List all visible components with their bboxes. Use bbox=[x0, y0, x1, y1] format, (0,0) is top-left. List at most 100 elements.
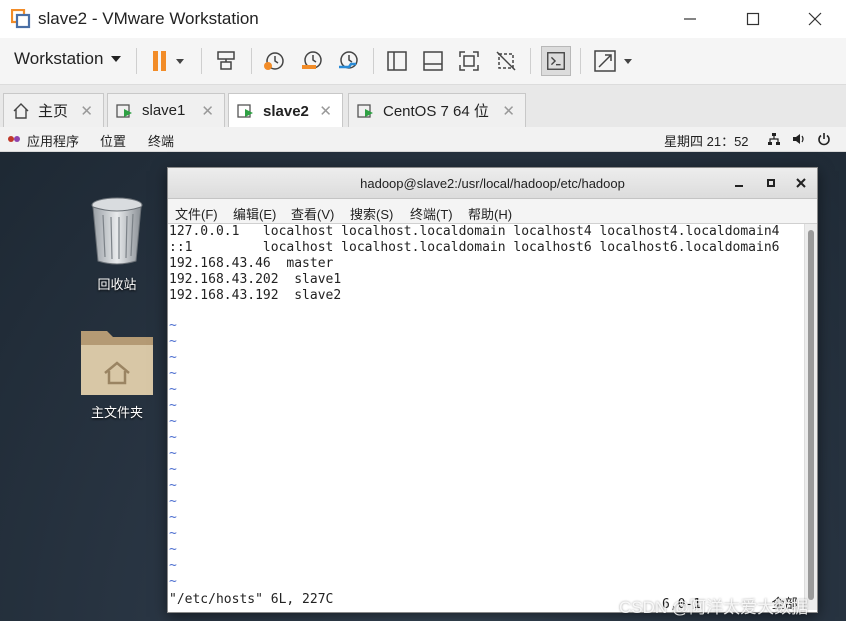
send-ctrl-alt-del-button[interactable] bbox=[213, 48, 239, 74]
fullscreen-icon bbox=[459, 51, 479, 71]
tab-home[interactable]: 主页 ✕ bbox=[3, 93, 104, 127]
tab-close-icon[interactable]: ✕ bbox=[319, 102, 332, 120]
menu-help[interactable]: 帮助(H) bbox=[468, 204, 512, 223]
close-icon bbox=[796, 178, 806, 188]
toolbar-separator bbox=[373, 48, 374, 74]
terminal-minimize-button[interactable] bbox=[730, 174, 748, 192]
terminal-menubar: 文件(F) 编辑(E) 查看(V) 搜索(S) 终端(T) 帮助(H) bbox=[168, 199, 817, 224]
tilde-marker: ~ bbox=[169, 414, 177, 429]
workstation-menu-label: Workstation bbox=[14, 49, 104, 68]
snapshot-button[interactable] bbox=[261, 48, 287, 74]
tilde-marker: ~ bbox=[169, 446, 177, 461]
vm-tab-bar: 主页 ✕ slave1 ✕ slave2 ✕ CentOS 7 64 位 ✕ bbox=[0, 85, 846, 128]
terminal-app-menu[interactable]: 终端 bbox=[148, 131, 174, 150]
toolbar-separator bbox=[530, 48, 531, 74]
thumbnail-bar-button[interactable] bbox=[420, 48, 446, 74]
tilde-marker: ~ bbox=[169, 430, 177, 445]
snapshot-manager-button[interactable] bbox=[335, 48, 361, 74]
hosts-line: 127.0.0.1 localhost localhost.localdomai… bbox=[169, 224, 780, 239]
tilde-marker: ~ bbox=[169, 350, 177, 365]
tab-label: CentOS 7 64 位 bbox=[383, 103, 489, 120]
tilde-marker: ~ bbox=[169, 558, 177, 573]
pause-button[interactable] bbox=[147, 48, 187, 74]
tab-slave2[interactable]: slave2 ✕ bbox=[228, 93, 343, 128]
desktop-home-folder[interactable]: 主文件夹 bbox=[72, 325, 162, 421]
clock[interactable]: 星期四 21：52 bbox=[664, 131, 749, 150]
trash-icon bbox=[91, 197, 143, 265]
revert-snapshot-button[interactable] bbox=[299, 48, 325, 74]
tab-close-icon[interactable]: ✕ bbox=[502, 102, 515, 120]
power-icon[interactable] bbox=[817, 132, 831, 146]
dropdown-arrow-icon bbox=[111, 56, 122, 62]
volume-icon[interactable] bbox=[792, 132, 806, 146]
console-icon bbox=[547, 52, 565, 70]
close-button[interactable] bbox=[795, 6, 835, 32]
minimize-icon bbox=[735, 185, 743, 187]
vmware-toolbar: Workstation bbox=[0, 38, 846, 85]
trash-label: 回收站 bbox=[97, 277, 137, 292]
home-folder-label: 主文件夹 bbox=[90, 405, 143, 420]
terminal-titlebar[interactable]: hadoop@slave2:/usr/local/hadoop/etc/hado… bbox=[168, 168, 817, 199]
workstation-menu-button[interactable]: Workstation bbox=[14, 49, 122, 69]
unity-button[interactable] bbox=[493, 48, 519, 74]
stretch-view-button[interactable] bbox=[592, 48, 638, 74]
terminal-maximize-button[interactable] bbox=[762, 174, 780, 192]
tab-label: 主页 bbox=[38, 103, 69, 120]
menu-view[interactable]: 查看(V) bbox=[291, 204, 334, 223]
bottom-panel-icon bbox=[423, 51, 443, 71]
network-send-icon bbox=[217, 51, 235, 70]
console-view-button[interactable] bbox=[541, 46, 571, 76]
full-screen-button[interactable] bbox=[456, 48, 482, 74]
window-title: slave2 - VMware Workstation bbox=[38, 9, 259, 28]
hosts-line: 192.168.43.46 master bbox=[169, 256, 334, 271]
stretch-icon bbox=[594, 50, 632, 72]
snapshot-clock-icon bbox=[264, 52, 284, 70]
hosts-line: 192.168.43.192 slave2 bbox=[169, 288, 342, 303]
tilde-marker: ~ bbox=[169, 382, 177, 397]
maximize-button[interactable] bbox=[733, 6, 773, 32]
tilde-marker: ~ bbox=[169, 494, 177, 509]
desktop-trash[interactable]: 回收站 bbox=[72, 197, 162, 293]
network-icon[interactable] bbox=[767, 132, 781, 146]
tilde-marker: ~ bbox=[169, 542, 177, 557]
tab-centos[interactable]: CentOS 7 64 位 ✕ bbox=[348, 93, 526, 127]
maximize-icon bbox=[746, 12, 760, 26]
show-library-button[interactable] bbox=[384, 48, 410, 74]
toolbar-separator bbox=[251, 48, 252, 74]
tilde-marker: ~ bbox=[169, 526, 177, 541]
toolbar-separator bbox=[580, 48, 581, 74]
terminal-close-button[interactable] bbox=[792, 174, 810, 192]
minimize-button[interactable] bbox=[670, 6, 710, 32]
tab-slave1[interactable]: slave1 ✕ bbox=[107, 93, 225, 127]
home-folder-icon bbox=[81, 331, 153, 395]
home-icon bbox=[13, 102, 29, 119]
menu-terminal[interactable]: 终端(T) bbox=[410, 204, 453, 223]
terminal-window[interactable]: hadoop@slave2:/usr/local/hadoop/etc/hado… bbox=[167, 167, 818, 613]
toolbar-separator bbox=[201, 48, 202, 74]
menu-search[interactable]: 搜索(S) bbox=[350, 204, 393, 223]
menu-edit[interactable]: 编辑(E) bbox=[233, 204, 276, 223]
vim-status-line: "/etc/hosts" 6L, 227C bbox=[169, 592, 333, 608]
tilde-marker: ~ bbox=[169, 398, 177, 413]
tilde-marker: ~ bbox=[169, 462, 177, 477]
close-icon bbox=[808, 12, 822, 26]
terminal-text-area[interactable]: 127.0.0.1 localhost localhost.localdomai… bbox=[168, 224, 802, 610]
hosts-line: ::1 localhost localhost.localdomain loca… bbox=[169, 240, 780, 255]
unity-disabled-icon bbox=[496, 51, 516, 71]
status-file-info: "/etc/hosts" 6L, 227C bbox=[169, 592, 334, 607]
menu-file[interactable]: 文件(F) bbox=[175, 204, 218, 223]
places-menu[interactable]: 位置 bbox=[100, 131, 126, 150]
terminal-scrollbar[interactable] bbox=[804, 224, 817, 610]
minimize-icon bbox=[684, 18, 696, 20]
applications-menu[interactable]: 应用程序 bbox=[27, 131, 79, 150]
scrollbar-thumb[interactable] bbox=[808, 230, 814, 600]
tilde-marker: ~ bbox=[169, 366, 177, 381]
gnome-top-bar: 应用程序 位置 终端 星期四 21：52 bbox=[0, 127, 846, 152]
tilde-marker: ~ bbox=[169, 334, 177, 349]
revert-snapshot-icon bbox=[302, 51, 322, 69]
toolbar-separator bbox=[136, 48, 137, 74]
tab-close-icon[interactable]: ✕ bbox=[201, 102, 214, 120]
guest-desktop[interactable]: 应用程序 位置 终端 星期四 21：52 回收站 主文件夹 hadoop@sla… bbox=[0, 127, 846, 621]
tab-close-icon[interactable]: ✕ bbox=[80, 102, 93, 120]
